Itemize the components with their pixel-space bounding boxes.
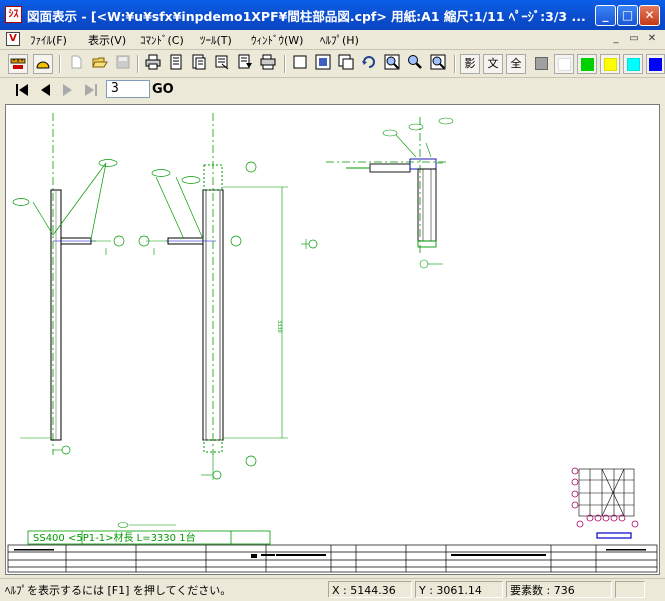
status-indicator — [615, 581, 645, 598]
color-swatch — [580, 57, 594, 71]
print-preview-icon[interactable] — [166, 54, 186, 74]
color-swatch — [626, 57, 640, 71]
open-folder-icon[interactable] — [90, 54, 110, 74]
dim-height-label: 3330 — [276, 320, 282, 333]
color-gray-button[interactable] — [531, 54, 551, 74]
page-number-input[interactable]: 3 — [106, 80, 150, 98]
color-swatch — [534, 56, 548, 70]
mdi-restore-button[interactable]: ▭ — [627, 32, 641, 46]
maximize-button[interactable]: □ — [617, 5, 638, 26]
color-yellow-button[interactable] — [600, 54, 620, 74]
print-range-icon[interactable] — [212, 54, 232, 74]
menu-file[interactable]: ﾌｧｲﾙ(F) — [30, 32, 67, 48]
status-bar: ﾍﾙﾌﾟを表示するには [F1] を押してください。 X : 5144.36 Y… — [0, 578, 665, 601]
page-setup-icon[interactable] — [189, 54, 209, 74]
color-green-button[interactable] — [577, 54, 597, 74]
previous-page-icon[interactable] — [35, 80, 55, 99]
window-select-icon[interactable] — [290, 54, 310, 74]
plot-icon[interactable] — [235, 54, 255, 74]
menu-help[interactable]: ﾍﾙﾌﾟ(H) — [320, 32, 359, 48]
detail-view — [346, 158, 437, 248]
cad-drawing: 3330 SS400 <5P1-1>材長 L=3330 1台 — [7, 113, 658, 573]
status-y-coordinate: Y : 3061.14 — [415, 581, 503, 598]
go-button[interactable]: GO — [152, 80, 174, 99]
last-page-icon[interactable] — [81, 80, 101, 99]
leader-lines — [12, 159, 318, 480]
status-element-count: 要素数 : 736 — [506, 581, 612, 598]
page-navigation-bar: 3 GO — [0, 78, 665, 101]
measure-icon[interactable] — [8, 54, 28, 74]
new-file-icon[interactable] — [66, 54, 86, 74]
fit-view-icon[interactable] — [313, 54, 333, 74]
left-column — [50, 189, 62, 441]
drawing-canvas[interactable]: 3330 SS400 <5P1-1>材長 L=3330 1台 — [5, 104, 660, 575]
menu-view[interactable]: 表示(V) — [88, 32, 126, 48]
save-icon[interactable] — [113, 54, 133, 74]
status-x-coordinate: X : 5144.36 — [328, 581, 412, 598]
text-toggle-button[interactable]: 文 — [483, 54, 503, 74]
color-cyan-button[interactable] — [623, 54, 643, 74]
status-help-text: ﾍﾙﾌﾟを表示するには [F1] を押してください。 — [5, 584, 232, 597]
menu-tools[interactable]: ﾂｰﾙ(T) — [200, 32, 232, 48]
toolbar-separator — [454, 55, 456, 73]
menu-command[interactable]: ｺﾏﾝﾄﾞ(C) — [140, 32, 184, 48]
color-swatch — [557, 57, 571, 71]
batch-print-icon[interactable] — [258, 54, 278, 74]
all-toggle-button[interactable]: 全 — [506, 54, 526, 74]
key-plan-diagram — [578, 468, 635, 517]
toolbar-separator — [137, 55, 139, 73]
close-button[interactable]: ✕ — [639, 5, 660, 26]
menu-bar: V ﾌｧｲﾙ(F) 表示(V) ｺﾏﾝﾄﾞ(C) ﾂｰﾙ(T) ｳｨﾝﾄﾞｳ(W… — [0, 30, 665, 50]
mdi-minimize-button[interactable]: _ — [609, 32, 623, 46]
toolbar: 影 文 全 — [0, 50, 665, 78]
title-block-text: SS400 <5P1-1>材長 L=3330 1台 — [33, 531, 196, 544]
toolbar-separator — [59, 55, 61, 73]
next-page-icon[interactable] — [58, 80, 78, 99]
window-title: 図面表示 - [<W:¥u¥sfx¥inpdemo1XPF¥間柱部品図.cpf>… — [27, 9, 586, 24]
shadow-toggle-button[interactable]: 影 — [460, 54, 480, 74]
print-icon[interactable] — [143, 54, 163, 74]
zoom-in-icon[interactable] — [405, 54, 425, 74]
color-white-button[interactable] — [554, 54, 574, 74]
first-page-icon[interactable] — [12, 80, 32, 99]
zoom-window-icon[interactable] — [336, 54, 356, 74]
mdi-close-button[interactable]: ✕ — [645, 32, 659, 46]
color-swatch — [603, 57, 617, 71]
sheet-title-block — [7, 544, 658, 573]
title-bar: ｼｽ 図面表示 - [<W:¥u¥sfx¥inpdemo1XPF¥間柱部品図.c… — [0, 0, 665, 30]
zoom-region-icon[interactable] — [382, 54, 402, 74]
color-swatch — [649, 57, 662, 71]
app-icon[interactable]: ｼｽ — [5, 6, 22, 23]
document-icon[interactable]: V — [6, 32, 20, 46]
color-blue-button[interactable] — [646, 54, 665, 74]
toolbar-separator — [284, 55, 286, 73]
arc-tool-icon[interactable] — [33, 54, 53, 74]
redraw-icon[interactable] — [359, 54, 379, 74]
minimize-button[interactable]: _ — [595, 5, 616, 26]
zoom-out-icon[interactable] — [428, 54, 448, 74]
menu-window[interactable]: ｳｨﾝﾄﾞｳ(W) — [251, 32, 303, 48]
